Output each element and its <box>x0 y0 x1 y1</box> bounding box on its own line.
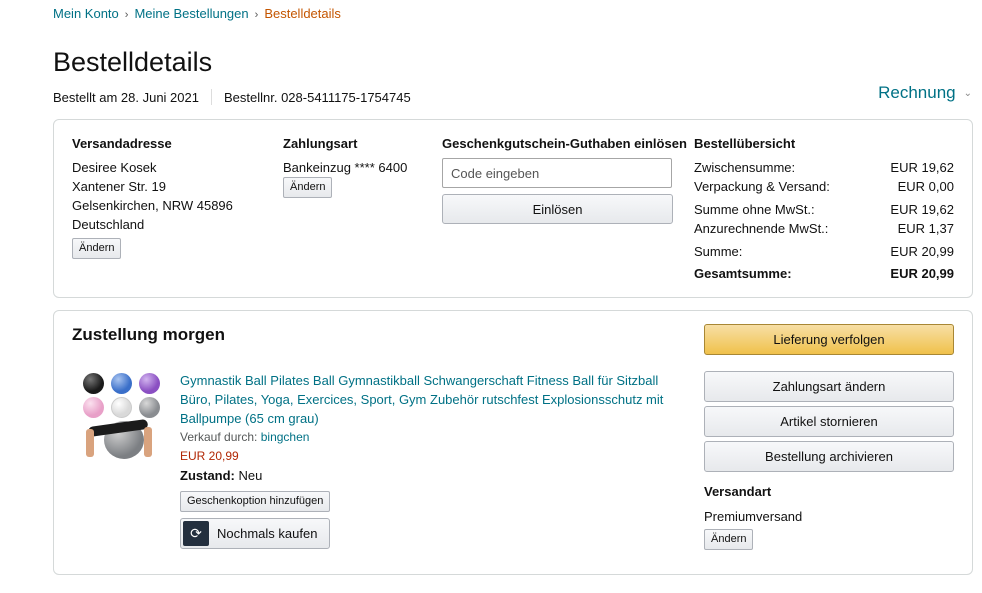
grand-total-label: Gesamtsumme: <box>694 266 792 281</box>
buy-again-label: Nochmals kaufen <box>217 526 318 541</box>
summary-value: EUR 20,99 <box>890 244 954 259</box>
condition-line: Zustand: Neu <box>180 466 680 485</box>
grand-total-row: Gesamtsumme: EUR 20,99 <box>694 264 954 283</box>
summary-value: EUR 19,62 <box>890 202 954 217</box>
redeem-button[interactable]: Einlösen <box>442 194 673 224</box>
sold-by-label: Verkauf durch: <box>180 430 258 444</box>
breadcrumb-current: Bestelldetails <box>264 6 341 21</box>
condition-label: Zustand: <box>180 468 235 483</box>
change-shipping-method-button[interactable]: Ändern <box>704 529 754 550</box>
ball-purple <box>139 373 160 394</box>
chevron-down-icon: ⌄ <box>963 87 972 99</box>
summary-label: Zwischensumme: <box>694 160 796 175</box>
condition-value: Neu <box>238 468 263 483</box>
address-line: Gelsenkirchen, NRW 45896 <box>72 198 233 213</box>
invoice-label: Rechnung <box>878 83 956 102</box>
shipment-box: Zustellung morgen Gymnastik Ball Pilates… <box>53 310 973 575</box>
change-payment-method-button[interactable]: Zahlungsart ändern <box>704 371 954 402</box>
summary-row: Anzurechnende MwSt.: EUR 1,37 <box>694 219 954 238</box>
order-date: Bestellt am 28. Juni 2021 <box>53 89 199 105</box>
cancel-items-button[interactable]: Artikel stornieren <box>704 406 954 437</box>
exercise-figure <box>86 415 158 459</box>
change-address-button[interactable]: Ändern <box>72 238 122 259</box>
summary-value: EUR 19,62 <box>890 160 954 175</box>
summary-row: Summe ohne MwSt.: EUR 19,62 <box>694 200 954 219</box>
meta-divider <box>210 89 212 105</box>
order-info-box: Versandadresse Desiree Kosek Xantener St… <box>53 119 973 298</box>
breadcrumb-my-orders[interactable]: Meine Bestellungen <box>134 6 248 21</box>
gift-card-heading: Geschenkgutschein-Guthaben einlösen <box>442 136 687 151</box>
seller-link[interactable]: bingchen <box>261 430 310 444</box>
invoice-dropdown[interactable]: Rechnung ⌄ <box>878 83 972 103</box>
summary-row: Zwischensumme: EUR 19,62 <box>694 158 954 177</box>
summary-label: Summe: <box>694 244 743 259</box>
order-summary-heading: Bestellübersicht <box>694 136 796 151</box>
order-number: Bestellnr. 028-5411175-1754745 <box>223 89 411 105</box>
order-summary-section: Bestellübersicht Zwischensumme: EUR 19,6… <box>694 136 954 283</box>
buy-again-button[interactable]: ⟳ Nochmals kaufen <box>180 518 330 549</box>
archive-order-button[interactable]: Bestellung archivieren <box>704 441 954 472</box>
product-image[interactable] <box>80 371 162 463</box>
breadcrumb-separator: › <box>254 9 259 21</box>
shipping-address-heading: Versandadresse <box>72 136 172 151</box>
payment-section: Zahlungsart Bankeinzug **** 6400 Ändern <box>283 136 407 198</box>
breadcrumb-my-account[interactable]: Mein Konto <box>53 6 119 21</box>
gift-code-input[interactable]: Code eingeben <box>442 158 672 188</box>
delivery-status-title: Zustellung morgen <box>72 325 225 344</box>
breadcrumb-separator: › <box>124 9 129 21</box>
order-meta: Bestellt am 28. Juni 2021 Bestellnr. 028… <box>53 89 411 105</box>
address-line: Xantener Str. 19 <box>72 179 166 194</box>
shipping-address-section: Versandadresse Desiree Kosek Xantener St… <box>72 136 233 259</box>
summary-value: EUR 1,37 <box>897 221 954 236</box>
product-price: EUR 20,99 <box>180 449 239 463</box>
summary-row: Summe: EUR 20,99 <box>694 242 954 261</box>
shipping-method-heading: Versandart <box>704 484 772 499</box>
product-details: Gymnastik Ball Pilates Ball Gymnastikbal… <box>180 371 680 549</box>
summary-label: Anzurechnende MwSt.: <box>694 221 829 236</box>
payment-method: Bankeinzug **** 6400 <box>283 160 408 175</box>
seller-line: Verkauf durch: bingchen <box>180 428 680 447</box>
ball-black <box>83 373 104 394</box>
add-gift-option-button[interactable]: Geschenkoption hinzufügen <box>180 491 331 512</box>
change-payment-button[interactable]: Ändern <box>283 177 333 198</box>
gift-card-section: Geschenkgutschein-Guthaben einlösen Code… <box>442 136 687 224</box>
summary-row: Verpackung & Versand: EUR 0,00 <box>694 177 954 196</box>
summary-label: Summe ohne MwSt.: <box>694 202 815 217</box>
grand-total-value: EUR 20,99 <box>890 266 954 281</box>
breadcrumb: Mein Konto › Meine Bestellungen › Bestelldet… <box>53 6 341 21</box>
product-title-link[interactable]: Gymnastik Ball Pilates Ball Gymnastikbal… <box>180 373 663 426</box>
shipping-method-value: Premiumversand <box>704 509 803 524</box>
address-line: Deutschland <box>72 217 145 232</box>
track-package-button[interactable]: Lieferung verfolgen <box>704 324 954 355</box>
buy-again-icon: ⟳ <box>183 521 209 546</box>
address-line: Desiree Kosek <box>72 160 157 175</box>
summary-label: Verpackung & Versand: <box>694 179 830 194</box>
summary-value: EUR 0,00 <box>897 179 954 194</box>
shipping-method-section: Versandart Premiumversand Ändern <box>704 484 954 550</box>
shipment-actions: Lieferung verfolgen Zahlungsart ändern A… <box>704 324 954 550</box>
payment-heading: Zahlungsart <box>283 136 358 151</box>
ball-blue <box>111 373 132 394</box>
page-title: Bestelldetails <box>53 47 213 77</box>
